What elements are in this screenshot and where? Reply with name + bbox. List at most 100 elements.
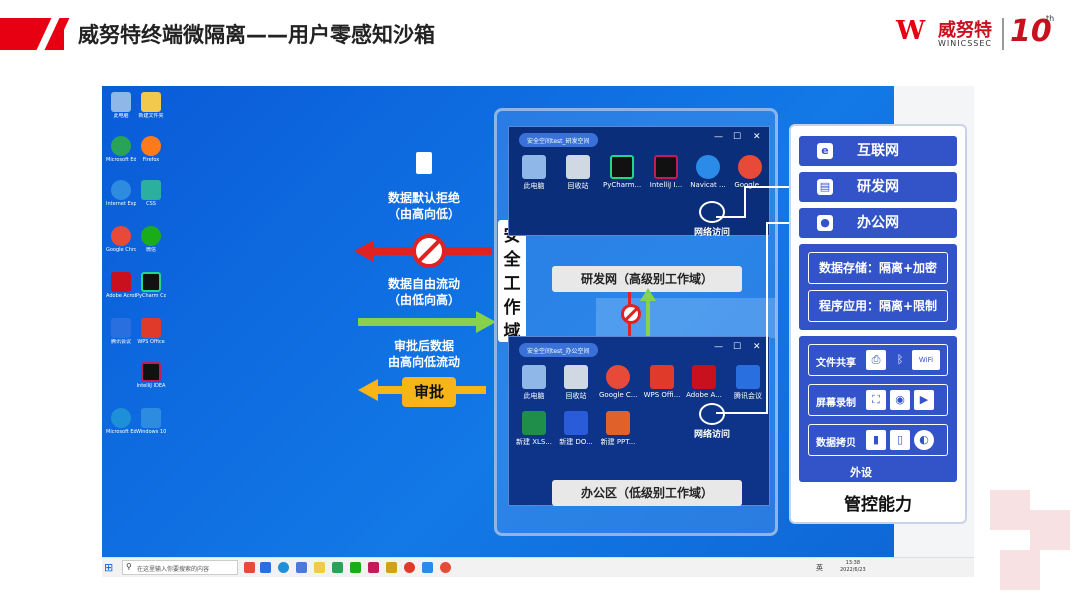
- acrobat-icon: [111, 272, 131, 292]
- taskbar-app-icon[interactable]: [386, 562, 397, 573]
- windows-start-icon[interactable]: ⊞: [104, 561, 113, 574]
- desktop-icon[interactable]: 新建文件夹: [136, 92, 166, 119]
- office-app[interactable]: 此电脑: [515, 365, 553, 401]
- minimize-icon[interactable]: —: [714, 132, 723, 142]
- office-app[interactable]: Adobe A...: [685, 365, 723, 399]
- taskbar-app-icon[interactable]: [260, 562, 271, 573]
- user-icon: ●: [817, 215, 833, 231]
- opera-icon[interactable]: [404, 562, 415, 573]
- rd-net-button[interactable]: ▤ 研发网: [799, 172, 957, 202]
- taskbar-app-icon[interactable]: [296, 562, 307, 573]
- wechat-icon[interactable]: [350, 562, 361, 573]
- rd-app[interactable]: 回收站: [559, 155, 597, 191]
- office-window-tab[interactable]: 安全空间test_办公空间: [519, 343, 598, 357]
- taskbar-app-icon[interactable]: [244, 562, 255, 573]
- desktop-icon[interactable]: WPS Office: [136, 318, 166, 345]
- meeting-icon: [736, 365, 760, 389]
- desktop-icon[interactable]: Firefox: [136, 136, 166, 163]
- free-flow-arrow-head: [476, 311, 496, 333]
- cloud-upload-icon: [699, 403, 725, 425]
- screenshot-icon: ⛶: [866, 390, 886, 410]
- document-icon: [416, 152, 432, 174]
- office-file[interactable]: 新建 XLS...: [515, 411, 553, 447]
- edge-icon: [111, 136, 131, 156]
- wifi-icon: WiFi: [912, 350, 940, 370]
- taskbar-app-icon[interactable]: [368, 562, 379, 573]
- desktop-icon[interactable]: 此电脑: [106, 92, 136, 119]
- close-icon[interactable]: ✕: [753, 132, 761, 142]
- taskbar-clock[interactable]: 13:38 2022/6/23: [840, 560, 866, 574]
- minimize-icon[interactable]: —: [714, 342, 723, 352]
- desktop-icon[interactable]: Adobe Acrobat DC: [106, 272, 136, 299]
- desktop-icon[interactable]: 腾讯会议: [106, 318, 136, 345]
- desktop-icon[interactable]: PyCharm Community: [136, 272, 166, 299]
- office-app[interactable]: 回收站: [557, 365, 595, 401]
- taskbar-app-icon[interactable]: [422, 562, 433, 573]
- app-icon: [141, 180, 161, 200]
- recycle-bin-icon: [566, 155, 590, 179]
- ppt-file-icon: [606, 411, 630, 435]
- rd-app[interactable]: Navicat ...: [689, 155, 727, 189]
- taskbar-search-input[interactable]: 在这里输入你要搜索的内容: [122, 560, 238, 575]
- rd-app[interactable]: IntelliJ I...: [647, 155, 685, 189]
- desktop-icon[interactable]: Internet Explorer: [106, 180, 136, 207]
- office-app[interactable]: WPS Offi...: [643, 365, 681, 399]
- close-icon[interactable]: ✕: [753, 342, 761, 352]
- office-app[interactable]: Google C...: [599, 365, 637, 399]
- folder-icon[interactable]: [314, 562, 325, 573]
- rd-app[interactable]: Google...: [731, 155, 769, 189]
- office-app[interactable]: 腾讯会议: [729, 365, 767, 401]
- doc-file-icon: [564, 411, 588, 435]
- desktop-icon[interactable]: Windows 10: [136, 408, 166, 435]
- chrome-icon[interactable]: [440, 562, 451, 573]
- computer-icon: [111, 92, 131, 112]
- internet-button[interactable]: e 互联网: [799, 136, 957, 166]
- navicat-icon: [696, 155, 720, 179]
- logo-mark: W: [896, 16, 926, 46]
- rd-sandbox-window[interactable]: 安全空间test_研发空间 — ☐ ✕ 此电脑 回收站 PyCharm... I…: [508, 126, 770, 238]
- peripheral-label: 外设: [850, 466, 872, 479]
- phone-icon: ▯: [890, 430, 910, 450]
- office-net-button[interactable]: ● 办公网: [799, 208, 957, 238]
- free-flow-label: 数据自由流动 （由低向高）: [387, 277, 460, 307]
- rd-window-tab[interactable]: 安全空间test_研发空间: [519, 133, 598, 147]
- rd-app[interactable]: 此电脑: [515, 155, 553, 191]
- cloud-upload-icon: [699, 201, 725, 223]
- desktop-icon[interactable]: Microsoft Edge: [106, 136, 136, 163]
- wps-icon: [650, 365, 674, 389]
- connector-line: [766, 222, 768, 412]
- approval-label: 审批后数据 由高向低流动: [387, 339, 460, 369]
- computer-icon: [522, 155, 546, 179]
- connector-line: [744, 186, 746, 216]
- ie-icon: [111, 180, 131, 200]
- pycharm-icon: [610, 155, 634, 179]
- desktop-icon[interactable]: CSS: [136, 180, 166, 207]
- storage-isolation-item: 数据存储：隔离+加密: [808, 252, 948, 284]
- desktop-icon[interactable]: Microsoft Edge: [106, 408, 136, 435]
- background-cubes-decoration: [990, 490, 1070, 590]
- prohibited-icon: [621, 304, 641, 324]
- approval-badge: 审批: [402, 377, 456, 407]
- connector-line: [744, 186, 796, 188]
- printer-icon: ⎙: [866, 350, 886, 370]
- app-isolation-item: 程序应用：隔离+限制: [808, 290, 948, 322]
- approval-arrow-head: [358, 379, 378, 401]
- maximize-icon[interactable]: ☐: [733, 132, 741, 142]
- maximize-icon[interactable]: ☐: [733, 342, 741, 352]
- office-network-access[interactable]: 网络访问: [677, 403, 747, 440]
- edge-icon[interactable]: [278, 562, 289, 573]
- firefox-icon: [141, 136, 161, 156]
- camera-icon: ◉: [890, 390, 910, 410]
- desktop-icon[interactable]: IntelliJ IDEA: [136, 362, 166, 389]
- taskbar-app-icon[interactable]: [332, 562, 343, 573]
- usb-drive-icon: ▮: [866, 430, 886, 450]
- office-file[interactable]: 新建 DO...: [557, 411, 595, 447]
- desktop-icon[interactable]: Google Chrome: [106, 226, 136, 253]
- rd-network-access[interactable]: 网络访问: [677, 201, 747, 238]
- input-language-indicator[interactable]: 英: [816, 563, 823, 573]
- office-file[interactable]: 新建 PPT...: [599, 411, 637, 447]
- rd-app[interactable]: PyCharm...: [603, 155, 641, 189]
- company-logo: W 威努特 WINICSSEC 10 th: [896, 14, 1056, 54]
- desktop-icon[interactable]: 微信: [136, 226, 166, 253]
- wechat-icon: [141, 226, 161, 246]
